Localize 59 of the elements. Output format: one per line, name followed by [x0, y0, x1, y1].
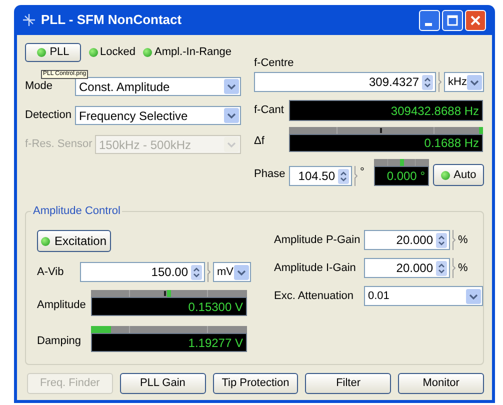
indicator-label: Locked [100, 45, 136, 60]
spin-icon [422, 74, 434, 90]
maximize-icon [447, 14, 458, 26]
splitter-icon [353, 166, 359, 186]
spin-icon [436, 260, 447, 276]
number-field[interactable]: 150.00 [80, 262, 205, 282]
spin-icon [338, 168, 349, 184]
dropdown[interactable]: kHz [444, 72, 484, 92]
number-field[interactable]: 20.000 [364, 258, 450, 278]
field-label: Detection [25, 108, 72, 124]
number-field[interactable]: 104.50 [289, 166, 352, 186]
group-title: Amplitude Control [31, 204, 122, 218]
close-icon [470, 14, 481, 26]
crosshair-icon [23, 14, 35, 26]
action-button[interactable]: PLL Gain [120, 373, 206, 394]
field-label: Phase [254, 166, 286, 182]
readout-display: 0.15300 V [91, 297, 247, 316]
spin-icon [436, 232, 447, 248]
minimize-icon [424, 22, 432, 26]
number-field[interactable]: 309.4327 [254, 72, 436, 92]
action-button[interactable]: Filter [305, 373, 392, 394]
readout-display: 309432.8688 Hz [289, 100, 483, 121]
spin-icon [191, 264, 202, 280]
field-label: A-Vib [37, 264, 65, 280]
readout-display: 0.000 ° [374, 166, 429, 186]
field-label: f-Res. Sensor [25, 137, 94, 152]
field-label: Damping [37, 334, 82, 348]
field-label: Mode [25, 79, 54, 94]
window-title: PLL - SFM NonContact [41, 11, 183, 30]
splitter-icon [451, 230, 457, 250]
field-label: Amplitude I-Gain [274, 260, 357, 276]
unit-label: % [458, 260, 468, 276]
readout-display: 1.19277 V [91, 333, 247, 352]
field-label: Exc. Attenuation [274, 288, 354, 304]
field-label: Δf [254, 134, 266, 148]
dropdown[interactable]: Const. Amplitude [75, 77, 241, 96]
toggle-button[interactable]: Excitation [37, 230, 111, 252]
action-button[interactable]: Tip Protection [212, 373, 298, 394]
indicator-label: Ampl.-In-Range [154, 45, 232, 60]
splitter-icon [437, 72, 444, 92]
readout-display: 0.1688 Hz [289, 134, 483, 152]
toggle-button[interactable]: PLL [25, 43, 81, 62]
dropdown[interactable]: Frequency Selective [75, 106, 241, 125]
close-button[interactable] [465, 10, 486, 30]
unit-label: ° [360, 164, 366, 180]
unit-label: % [458, 232, 468, 248]
dropdown[interactable]: 0.01 [364, 286, 483, 306]
minimize-button[interactable] [419, 10, 440, 30]
field-label: f-Cant [254, 103, 285, 118]
splitter-icon [451, 258, 457, 278]
field-label: Amplitude P-Gain [274, 232, 362, 248]
field-label: Amplitude [37, 298, 87, 312]
toggle-button[interactable]: Auto [433, 164, 484, 186]
field-label: f-Centre [254, 57, 295, 70]
number-field[interactable]: 20.000 [364, 230, 450, 250]
dropdown[interactable]: mV [213, 262, 251, 282]
action-button[interactable]: Monitor [398, 373, 484, 394]
splitter-icon [206, 262, 212, 282]
maximize-button[interactable] [442, 10, 463, 30]
